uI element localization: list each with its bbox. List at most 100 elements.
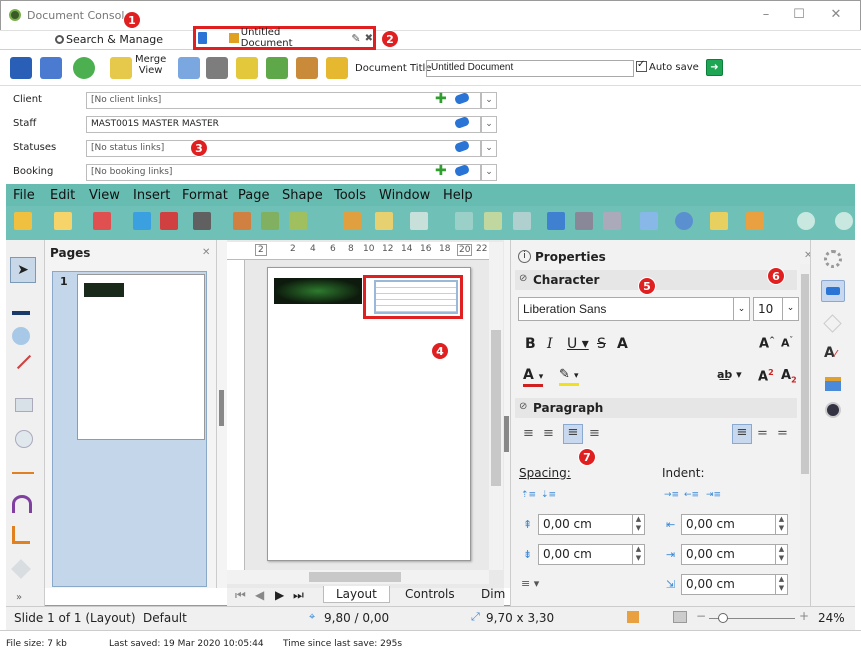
basic-shapes-icon[interactable] xyxy=(11,559,31,579)
minimize-button[interactable]: – xyxy=(756,7,776,23)
fill-color-icon[interactable] xyxy=(12,327,30,345)
spin-arrows[interactable]: ▲ ▼ xyxy=(632,545,644,564)
booking-dropdown[interactable]: ⌄ xyxy=(481,164,497,181)
overflow-icon[interactable] xyxy=(835,212,853,230)
prev-page-icon[interactable]: ◀ xyxy=(255,588,264,602)
spin-arrows[interactable]: ▲ ▼ xyxy=(775,515,787,534)
font-dropdown-icon[interactable]: ⌄ xyxy=(733,298,749,320)
save-doc-icon[interactable] xyxy=(93,212,111,230)
hscroll-thumb[interactable] xyxy=(309,572,401,582)
rectangle-tool-icon[interactable] xyxy=(15,398,33,412)
statuses-field[interactable]: [No status links] xyxy=(86,140,481,157)
curves-icon[interactable] xyxy=(12,495,32,513)
merge-icon[interactable] xyxy=(110,57,132,79)
slide-page[interactable] xyxy=(267,267,471,561)
select-tool-icon[interactable]: ➤ xyxy=(10,257,36,283)
spin-arrows[interactable]: ▲ ▼ xyxy=(775,575,787,594)
globe-icon[interactable] xyxy=(73,57,95,79)
client-dropdown[interactable]: ⌄ xyxy=(481,92,497,109)
tab-controls[interactable]: Controls xyxy=(405,587,455,601)
size-dropdown-icon[interactable]: ⌄ xyxy=(782,298,798,320)
export-icon[interactable] xyxy=(40,57,62,79)
vertical-scrollbar[interactable] xyxy=(489,242,503,570)
vscroll-thumb[interactable] xyxy=(491,330,501,486)
preview-icon[interactable] xyxy=(178,57,200,79)
below-spacing-input[interactable]: 0,00 cm ▲ ▼ xyxy=(538,544,645,565)
booking-field[interactable]: [No booking links] xyxy=(86,164,481,181)
font-name-input[interactable]: Liberation Sans ⌄ xyxy=(518,297,750,321)
menu-edit[interactable]: Edit xyxy=(50,188,75,203)
email-icon[interactable] xyxy=(236,57,258,79)
valign-center-icon[interactable]: = xyxy=(757,426,768,441)
transform-icon[interactable] xyxy=(675,212,693,230)
close-tab-icon[interactable]: ✖ xyxy=(365,33,373,44)
paste-icon[interactable] xyxy=(289,212,307,230)
menu-view[interactable]: View xyxy=(89,188,120,203)
zoom-slider-thumb[interactable] xyxy=(718,613,728,623)
align-left-icon[interactable]: ≡ xyxy=(523,426,534,441)
pin-icon[interactable]: ✎ xyxy=(351,32,360,45)
staff-field[interactable]: MAST001S MASTER MASTER xyxy=(86,116,481,133)
strikethrough-button[interactable]: S xyxy=(597,336,606,352)
styles-icon[interactable]: A⁄ xyxy=(824,345,837,361)
menu-tools[interactable]: Tools xyxy=(334,188,366,203)
new-icon[interactable] xyxy=(14,212,32,230)
bold-button[interactable]: B xyxy=(525,336,536,352)
align-right-icon[interactable]: ≡ xyxy=(563,424,583,444)
menu-help[interactable]: Help xyxy=(443,188,473,203)
subscript-button[interactable]: A2 xyxy=(781,368,797,385)
more-tools-icon[interactable] xyxy=(797,212,815,230)
tab-layout[interactable]: Layout xyxy=(323,586,390,603)
horizontal-scrollbar[interactable] xyxy=(227,570,489,584)
align-icon[interactable] xyxy=(710,212,728,230)
page-thumbnail[interactable]: 1 xyxy=(52,271,207,587)
sidebar-settings-icon[interactable] xyxy=(824,250,842,268)
spin-arrows[interactable]: ▲ ▼ xyxy=(775,545,787,564)
gallery-icon[interactable] xyxy=(825,377,841,391)
go-button[interactable]: ➜ xyxy=(706,59,723,76)
textbox-icon[interactable] xyxy=(575,212,593,230)
hanging-indent-icon[interactable]: ⇥≡ xyxy=(706,490,721,500)
pdf-icon[interactable] xyxy=(160,212,178,230)
font-color-button[interactable]: A ▾ xyxy=(523,368,544,387)
statuses-dropdown[interactable]: ⌄ xyxy=(481,140,497,157)
line-tool-icon[interactable] xyxy=(16,354,32,370)
save-icon[interactable] xyxy=(10,57,32,79)
attach-icon[interactable] xyxy=(266,57,288,79)
decrease-indent-icon[interactable]: ←≡ xyxy=(684,490,699,500)
highlight-button[interactable]: ✎ ▾ xyxy=(559,368,579,386)
underline-button[interactable]: U ▾ xyxy=(567,336,589,352)
last-page-icon[interactable]: ⏭ xyxy=(293,588,304,603)
expand-tools-icon[interactable]: » xyxy=(16,592,32,604)
menu-format[interactable]: Format xyxy=(182,188,228,203)
character-header[interactable]: ⊘ Character xyxy=(515,270,797,290)
special-char-icon[interactable] xyxy=(603,212,621,230)
zoom-in-icon[interactable]: + xyxy=(799,609,809,623)
zoom-level[interactable]: 24% xyxy=(818,611,845,625)
first-line-indent-input[interactable]: 0,00 cm ▲ ▼ xyxy=(681,574,788,595)
paragraph-header[interactable]: ⊘ Paragraph xyxy=(515,398,797,418)
next-page-icon[interactable]: ▶ xyxy=(275,588,284,602)
add-booking-icon[interactable]: ✚ xyxy=(435,163,447,179)
selected-textbox[interactable] xyxy=(363,275,463,319)
key-icon[interactable] xyxy=(326,57,348,79)
connectors-icon[interactable] xyxy=(12,526,30,544)
close-pages-icon[interactable]: ✕ xyxy=(202,247,210,258)
superscript-button[interactable]: A2 xyxy=(758,368,774,384)
clone-icon[interactable] xyxy=(343,212,361,230)
fontwork-icon[interactable] xyxy=(640,212,658,230)
menu-insert[interactable]: Insert xyxy=(133,188,170,203)
sidebar-scrollbar[interactable] xyxy=(800,264,810,604)
valign-bottom-icon[interactable]: = xyxy=(777,426,788,441)
maximize-button[interactable]: ☐ xyxy=(789,7,809,23)
menu-page[interactable]: Page xyxy=(238,188,269,203)
merge-view-button[interactable]: Merge View xyxy=(135,54,166,76)
slide-transition-icon[interactable] xyxy=(823,314,842,333)
grow-font-button[interactable]: A^ xyxy=(759,336,775,351)
font-size-input[interactable]: 10 ⌄ xyxy=(753,297,799,321)
shrink-font-button[interactable]: Aˇ xyxy=(781,336,793,350)
before-indent-input[interactable]: 0,00 cm ▲ ▼ xyxy=(681,514,788,535)
staff-dropdown[interactable]: ⌄ xyxy=(481,116,497,133)
above-spacing-input[interactable]: 0,00 cm ▲ ▼ xyxy=(538,514,645,535)
copy-icon[interactable] xyxy=(261,212,279,230)
